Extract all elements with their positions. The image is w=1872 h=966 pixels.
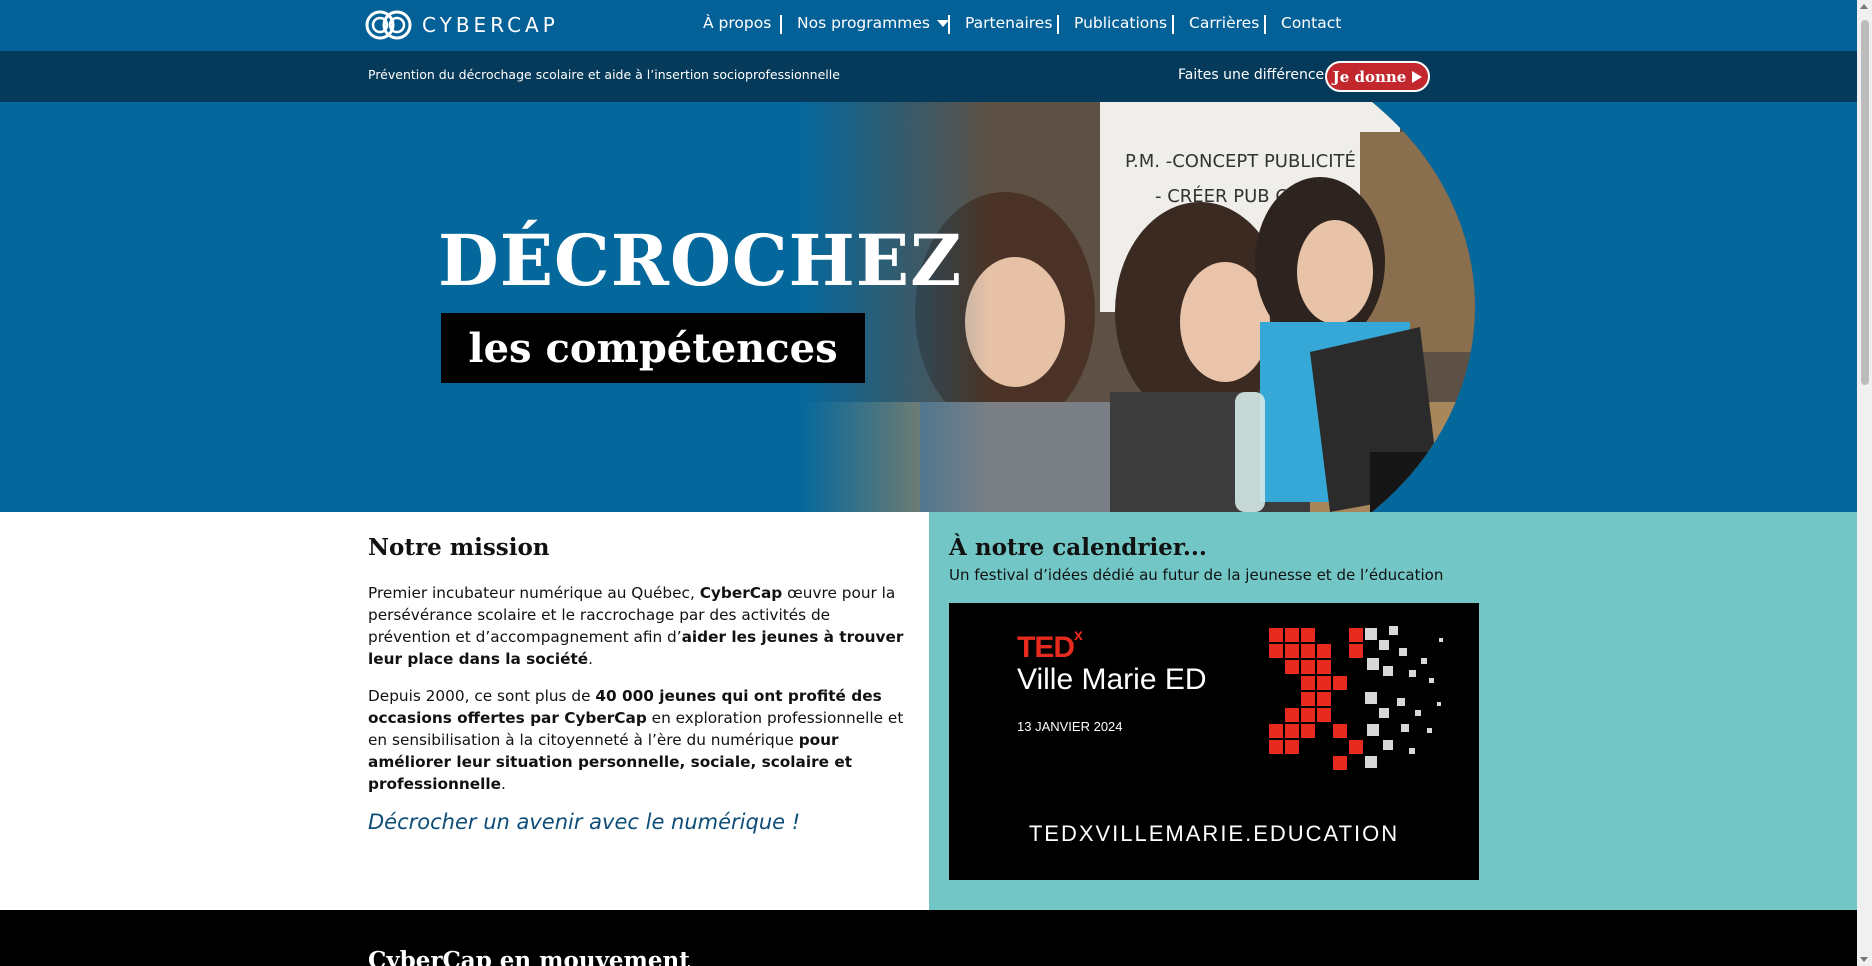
tedx-event-name: Ville Marie ED: [1017, 663, 1207, 696]
nav-item-a-propos[interactable]: À propos: [703, 14, 771, 32]
nav-separator: [948, 15, 950, 34]
text: .: [588, 650, 594, 668]
calendar-heading: À notre calendrier...: [949, 534, 1207, 561]
tedx-logo: TEDx: [1017, 627, 1083, 665]
top-navbar: CYBERCAP À propos Nos programmes Partena…: [0, 0, 1857, 51]
hero-photo: P.M. -CONCEPT PUBLICITÉ - CRÉER PUB GIMP: [800, 102, 1475, 512]
text-bold: CyberCap: [699, 584, 783, 602]
mission-section: Notre mission Premier incubateur numériq…: [368, 534, 908, 834]
mission-paragraph-1: Premier incubateur numérique au Québec, …: [368, 582, 908, 670]
nav-item-publications[interactable]: Publications: [1074, 14, 1167, 32]
sub-header: Prévention du décrochage scolaire et aid…: [0, 51, 1857, 102]
nav-item-contact[interactable]: Contact: [1281, 14, 1341, 32]
nav-separator: [1172, 15, 1174, 34]
tedx-event-date: 13 JANVIER 2024: [1017, 719, 1123, 734]
nav-item-carrieres[interactable]: Carrières: [1189, 14, 1259, 32]
play-arrow-icon: [1412, 70, 1423, 83]
nav-item-partenaires[interactable]: Partenaires: [965, 14, 1052, 32]
tagline: Prévention du décrochage scolaire et aid…: [368, 67, 840, 82]
tedx-event-banner[interactable]: TEDx Ville Marie ED 13 JANVIER 2024 TEDX…: [949, 603, 1479, 880]
bottom-section: CyberCap en mouvement: [0, 910, 1857, 966]
mission-slogan: Décrocher un avenir avec le numérique !: [368, 810, 801, 834]
text: Premier incubateur numérique au Québec,: [368, 584, 700, 602]
nav-separator: [780, 15, 782, 34]
hero-subtitle-box: les compétences: [441, 313, 865, 383]
nav-separator: [1057, 15, 1059, 34]
page-scrollbar[interactable]: [1857, 0, 1872, 966]
nav-item-nos-programmes[interactable]: Nos programmes: [797, 14, 949, 32]
nav-separator: [1264, 15, 1266, 34]
bottom-heading: CyberCap en mouvement: [368, 947, 690, 966]
scroll-up-arrow-icon[interactable]: [1860, 4, 1868, 9]
donate-label: Je donne: [1332, 67, 1407, 86]
donate-button[interactable]: Je donne: [1325, 61, 1430, 92]
students-photo-illustration: P.M. -CONCEPT PUBLICITÉ - CRÉER PUB GIMP: [800, 102, 1475, 512]
text: Depuis 2000, ce sont plus de: [368, 687, 596, 705]
ted-x: x: [1074, 627, 1083, 644]
scroll-down-arrow-icon[interactable]: [1860, 957, 1868, 962]
scrollbar-thumb[interactable]: [1861, 20, 1869, 385]
mission-heading: Notre mission: [368, 534, 550, 561]
donate-prompt: Faites une différence: [1178, 67, 1325, 83]
nav-item-label: Nos programmes: [797, 14, 930, 32]
hero-title: DÉCROCHEZ: [438, 219, 963, 302]
mission-paragraph-2: Depuis 2000, ce sont plus de 40 000 jeun…: [368, 685, 908, 795]
ted-word: TED: [1017, 631, 1075, 664]
tedx-pixel-x-graphic: [1269, 626, 1443, 770]
text: .: [501, 775, 506, 793]
calendar-section: À notre calendrier... Un festival d’idée…: [929, 512, 1857, 910]
hero-subtitle: les compétences: [468, 324, 838, 372]
tedx-url: TEDXVILLEMARIE.EDUCATION: [1028, 821, 1400, 846]
calendar-subtitle: Un festival d’idées dédié au futur de la…: [949, 566, 1444, 584]
main-nav: À propos Nos programmes Partenaires Publ…: [0, 0, 1857, 51]
hero-banner: P.M. -CONCEPT PUBLICITÉ - CRÉER PUB GIMP…: [0, 102, 1857, 512]
